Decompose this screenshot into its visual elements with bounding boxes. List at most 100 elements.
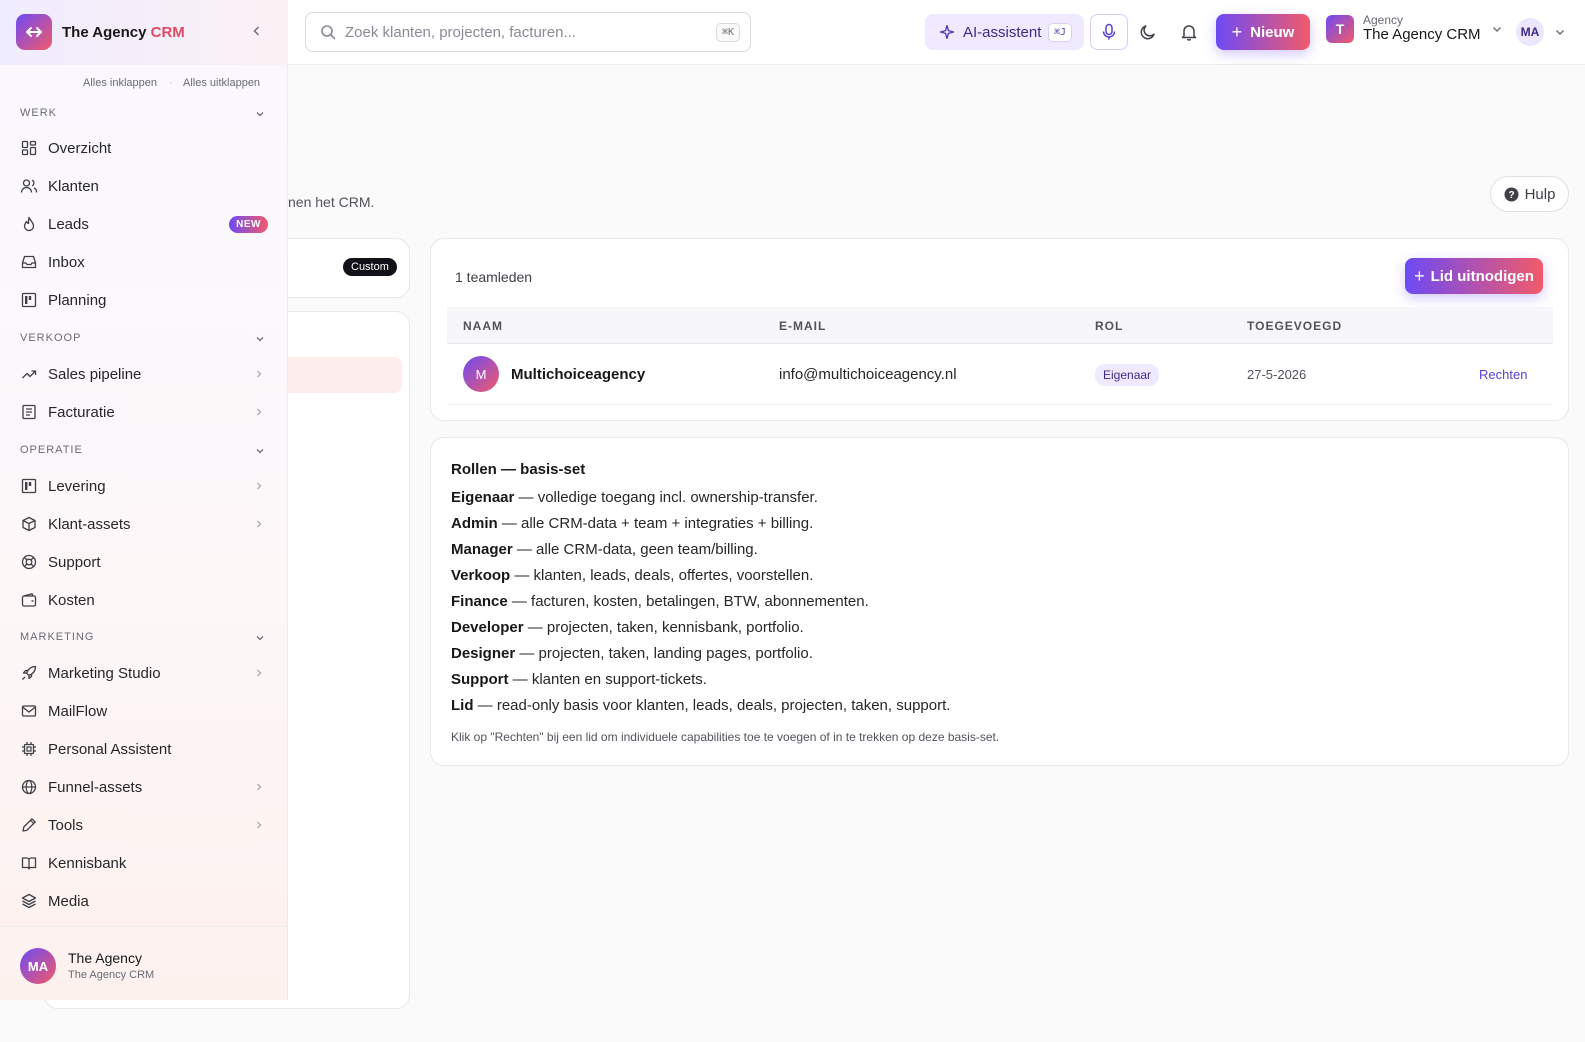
search-icon [321,25,336,40]
new-badge: NEW [229,215,268,233]
role-description: — facturen, kosten, betalingen, BTW, abo… [507,593,869,610]
chevron-right-icon [257,370,262,378]
sidebar-item-kosten[interactable]: Kosten [20,582,272,618]
section-operatie[interactable]: OPERATIE [20,444,83,456]
chevron-right-icon [257,669,262,677]
column-email[interactable]: E-MAIL [779,319,826,333]
dark-mode-toggle[interactable] [1134,18,1162,46]
sidebar-item-klanten[interactable]: Klanten [20,168,272,204]
section-marketing[interactable]: MARKETING [20,631,94,643]
role-line: Lid — read-only basis voor klanten, lead… [451,697,950,714]
voice-button[interactable] [1090,14,1128,50]
user-avatar[interactable]: MA [1516,18,1544,46]
kanban-icon [20,477,38,495]
wallet-icon [20,591,38,609]
sidebar-item-media[interactable]: Media [20,883,272,919]
role-badge: Eigenaar [1095,364,1160,386]
sidebar-item-overzicht[interactable]: Overzicht [20,130,272,166]
search-input[interactable] [345,23,716,41]
flame-icon [20,215,38,233]
sidebar-footer[interactable]: MA The Agency The Agency CRM [0,926,288,1000]
role-line: Support — klanten en support-tickets. [451,671,707,688]
sidebar-item-marketing-studio[interactable]: Marketing Studio [20,655,272,691]
settings-nav-active-item[interactable] [288,357,402,393]
rights-link[interactable]: Rechten [1479,367,1527,382]
workspace-switcher[interactable]: T Agency The Agency CRM [1326,13,1503,44]
sidebar-item-mailflow[interactable]: MailFlow [20,693,272,729]
sidebar-item-label: Funnel-assets [48,778,143,796]
users-icon [20,177,38,195]
workspace-name: The Agency CRM [1363,26,1481,44]
arrows-logo-icon [26,27,42,37]
role-line: Verkoop — klanten, leads, deals, offerte… [451,567,813,584]
new-button[interactable]: + Nieuw [1216,14,1310,50]
chevron-right-icon [257,482,262,490]
sidebar-item-label: Marketing Studio [48,664,161,682]
roles-card: Rollen — basis-set Eigenaar — volledige … [430,437,1569,766]
role-name: Developer [451,619,524,636]
sidebar-item-support[interactable]: Support [20,544,272,580]
member-name: Multichoiceagency [511,366,646,383]
help-button[interactable]: ? Hulp [1490,176,1569,212]
avatar: MA [20,948,56,984]
expand-all-link[interactable]: Alles uitklappen [183,77,260,89]
sidebar-item-facturatie[interactable]: Facturatie [20,394,272,430]
sidebar-item-personal-assistent[interactable]: Personal Assistent [20,731,272,767]
chevron-down-icon[interactable] [254,108,266,120]
chevron-down-icon[interactable] [254,333,266,345]
sidebar: The Agency CRM Alles inklappen · Alles u… [0,0,288,1000]
pen-tool-icon [20,816,38,834]
sidebar-item-tools[interactable]: Tools [20,807,272,843]
table-header: NAAM E-MAIL ROL TOEGEVOEGD [447,307,1553,344]
table-row: M Multichoiceagency info@multichoiceagen… [447,344,1553,405]
ai-assistant-button[interactable]: AI-assistent ⌘J [925,14,1084,50]
role-line: Designer — projecten, taken, landing pag… [451,645,813,662]
column-added[interactable]: TOEGEVOEGD [1247,319,1342,333]
help-icon: ? [1504,187,1519,201]
member-avatar: M [463,356,499,392]
role-name: Eigenaar [451,489,515,506]
account-sub: The Agency CRM [68,969,155,981]
role-description: — alle CRM-data, geen team/billing. [512,541,758,558]
brand-logo[interactable] [16,14,52,50]
sidebar-item-label: Leads [48,215,89,233]
sidebar-item-kennisbank[interactable]: Kennisbank [20,845,272,881]
member-email: info@multichoiceagency.nl [779,366,957,383]
brand-name: The Agency [62,24,147,41]
layers-icon [20,892,38,910]
sidebar-item-label: Klant-assets [48,515,131,533]
collapse-all-link[interactable]: Alles inklappen [83,77,157,89]
chevron-right-icon [257,783,262,791]
chevron-down-icon[interactable] [1554,26,1566,38]
sidebar-item-leads[interactable]: Leads NEW [20,206,272,242]
box-icon [20,515,38,533]
chevron-down-icon[interactable] [254,445,266,457]
role-name: Finance [451,593,508,610]
sidebar-item-klant-assets[interactable]: Klant-assets [20,506,272,542]
column-role[interactable]: ROL [1095,319,1123,333]
cpu-icon [20,740,38,758]
role-name: Manager [451,541,513,558]
role-description: — projecten, taken, kennisbank, portfoli… [523,619,804,636]
sidebar-item-sales-pipeline[interactable]: Sales pipeline [20,356,272,392]
section-werk[interactable]: WERK [20,107,57,119]
sidebar-item-levering[interactable]: Levering [20,468,272,504]
column-name[interactable]: NAAM [463,319,503,333]
sidebar-item-label: Facturatie [48,403,115,421]
globe-icon [20,778,38,796]
notifications-button[interactable] [1175,18,1203,46]
mail-icon [20,702,38,720]
sidebar-item-planning[interactable]: Planning [20,282,272,318]
sidebar-item-funnel-assets[interactable]: Funnel-assets [20,769,272,805]
section-verkoop[interactable]: VERKOOP [20,332,81,344]
search-box[interactable]: ⌘K [305,12,751,52]
invite-member-button[interactable]: + Lid uitnodigen [1405,258,1543,294]
role-line: Eigenaar — volledige toegang incl. owner… [451,489,818,506]
chevron-left-icon[interactable] [250,24,264,38]
sidebar-header: The Agency CRM [0,0,288,65]
sidebar-item-inbox[interactable]: Inbox [20,244,272,280]
moon-icon [1140,25,1155,40]
role-line: Manager — alle CRM-data, geen team/billi… [451,541,758,558]
chevron-down-icon[interactable] [254,632,266,644]
sidebar-item-label: Kosten [48,591,95,609]
